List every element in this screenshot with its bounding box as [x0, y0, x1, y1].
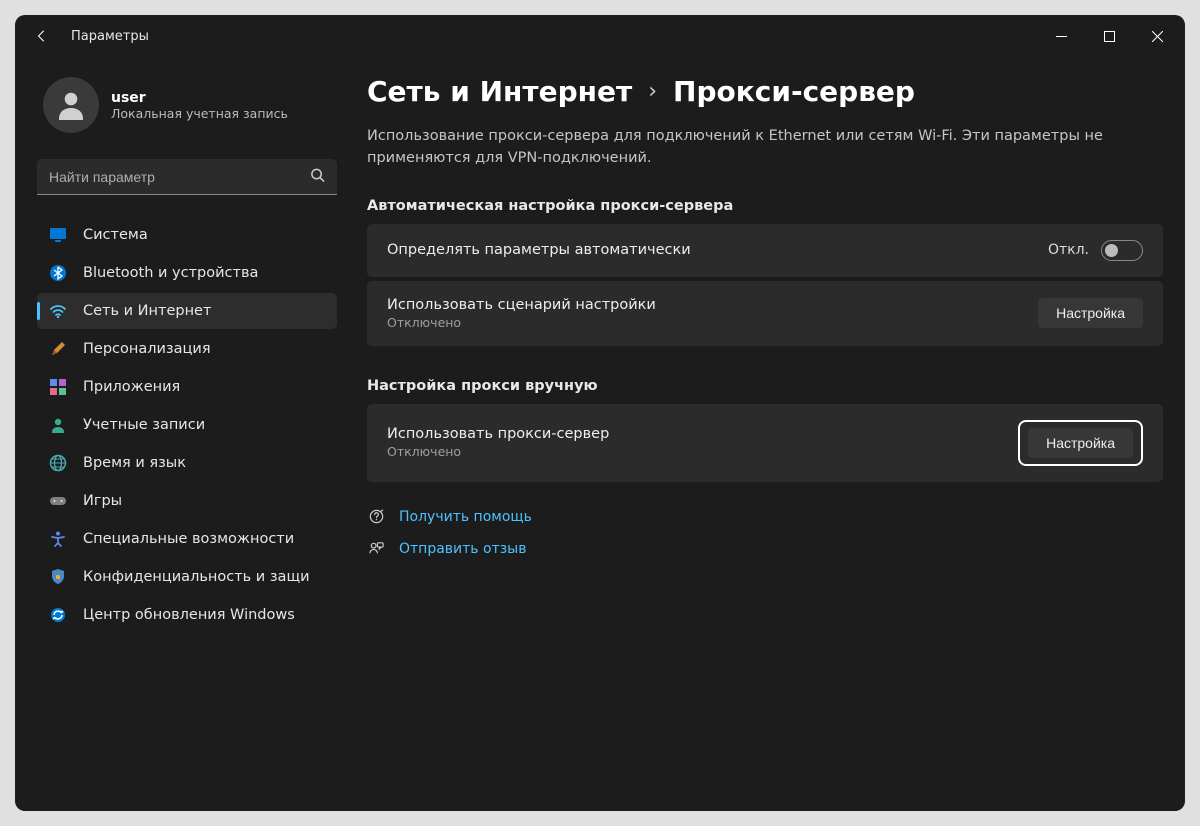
page-description: Использование прокси-сервера для подключ… [367, 126, 1127, 170]
breadcrumb-parent[interactable]: Сеть и Интернет [367, 75, 632, 108]
minimize-button[interactable] [1037, 16, 1085, 56]
toggle-state-label: Откл. [1048, 242, 1089, 258]
accessibility-icon [49, 530, 67, 548]
globe-icon [49, 454, 67, 472]
sidebar-item-system[interactable]: Система [37, 217, 337, 253]
chevron-right-icon: › [648, 79, 657, 104]
sidebar-item-bluetooth[interactable]: Bluetooth и устройства [37, 255, 337, 291]
sidebar: user Локальная учетная запись Система [37, 67, 337, 789]
sidebar-item-label: Центр обновления Windows [83, 607, 295, 623]
breadcrumb-current: Прокси-сервер [673, 75, 915, 108]
sidebar-item-label: Время и язык [83, 455, 186, 471]
back-button[interactable] [35, 29, 49, 43]
search-icon [310, 168, 325, 187]
sidebar-item-label: Система [83, 227, 148, 243]
sidebar-item-label: Приложения [83, 379, 180, 395]
brush-icon [49, 340, 67, 358]
search-input[interactable] [37, 159, 337, 195]
sidebar-item-apps[interactable]: Приложения [37, 369, 337, 405]
sidebar-item-gaming[interactable]: Игры [37, 483, 337, 519]
sidebar-item-label: Игры [83, 493, 122, 509]
maximize-button[interactable] [1085, 16, 1133, 56]
sidebar-item-time-language[interactable]: Время и язык [37, 445, 337, 481]
sidebar-item-label: Специальные возможности [83, 531, 294, 547]
card-manual-title: Использовать прокси-сервер [387, 426, 609, 442]
sidebar-item-update[interactable]: Центр обновления Windows [37, 597, 337, 633]
shield-icon [49, 568, 67, 586]
person-icon [49, 416, 67, 434]
sidebar-item-label: Bluetooth и устройства [83, 265, 258, 281]
avatar [43, 77, 99, 133]
sidebar-item-label: Персонализация [83, 341, 211, 357]
display-icon [49, 226, 67, 244]
section-manual-label: Настройка прокси вручную [367, 378, 1163, 394]
section-auto-label: Автоматическая настройка прокси-сервера [367, 198, 1163, 214]
card-script-status: Отключено [387, 315, 656, 330]
sidebar-item-network[interactable]: Сеть и Интернет [37, 293, 337, 329]
breadcrumb: Сеть и Интернет › Прокси-сервер [367, 75, 1163, 108]
send-feedback-link[interactable]: Отправить отзыв [399, 541, 526, 557]
script-setup-button[interactable]: Настройка [1038, 298, 1143, 328]
manual-setup-button[interactable]: Настройка [1028, 428, 1133, 458]
titlebar: Параметры [15, 15, 1185, 57]
auto-detect-toggle[interactable] [1101, 240, 1143, 261]
bluetooth-icon [49, 264, 67, 282]
card-setup-script: Использовать сценарий настройки Отключен… [367, 281, 1163, 346]
highlight-annotation: Настройка [1018, 420, 1143, 466]
close-button[interactable] [1133, 16, 1181, 56]
sidebar-item-label: Сеть и Интернет [83, 303, 211, 319]
sidebar-item-privacy[interactable]: Конфиденциальность и защи [37, 559, 337, 595]
main-content: Сеть и Интернет › Прокси-сервер Использо… [367, 67, 1163, 789]
feedback-icon [367, 540, 385, 558]
settings-window: Параметры user Локальная учетная запись [15, 15, 1185, 811]
gamepad-icon [49, 492, 67, 510]
user-block[interactable]: user Локальная учетная запись [37, 67, 337, 153]
card-script-title: Использовать сценарий настройки [387, 297, 656, 313]
user-account-type: Локальная учетная запись [111, 106, 288, 121]
sidebar-item-accessibility[interactable]: Специальные возможности [37, 521, 337, 557]
card-manual-status: Отключено [387, 444, 609, 459]
apps-icon [49, 378, 67, 396]
get-help-link[interactable]: Получить помощь [399, 509, 532, 525]
help-icon [367, 508, 385, 526]
sidebar-item-label: Конфиденциальность и защи [83, 569, 310, 585]
wifi-icon [49, 302, 67, 320]
card-auto-detect: Определять параметры автоматически Откл. [367, 224, 1163, 277]
sidebar-item-personalization[interactable]: Персонализация [37, 331, 337, 367]
card-manual-proxy: Использовать прокси-сервер Отключено Нас… [367, 404, 1163, 482]
sidebar-item-accounts[interactable]: Учетные записи [37, 407, 337, 443]
card-auto-detect-title: Определять параметры автоматически [387, 242, 691, 258]
window-title: Параметры [71, 29, 149, 44]
sidebar-item-label: Учетные записи [83, 417, 205, 433]
update-icon [49, 606, 67, 624]
user-name: user [111, 90, 288, 106]
